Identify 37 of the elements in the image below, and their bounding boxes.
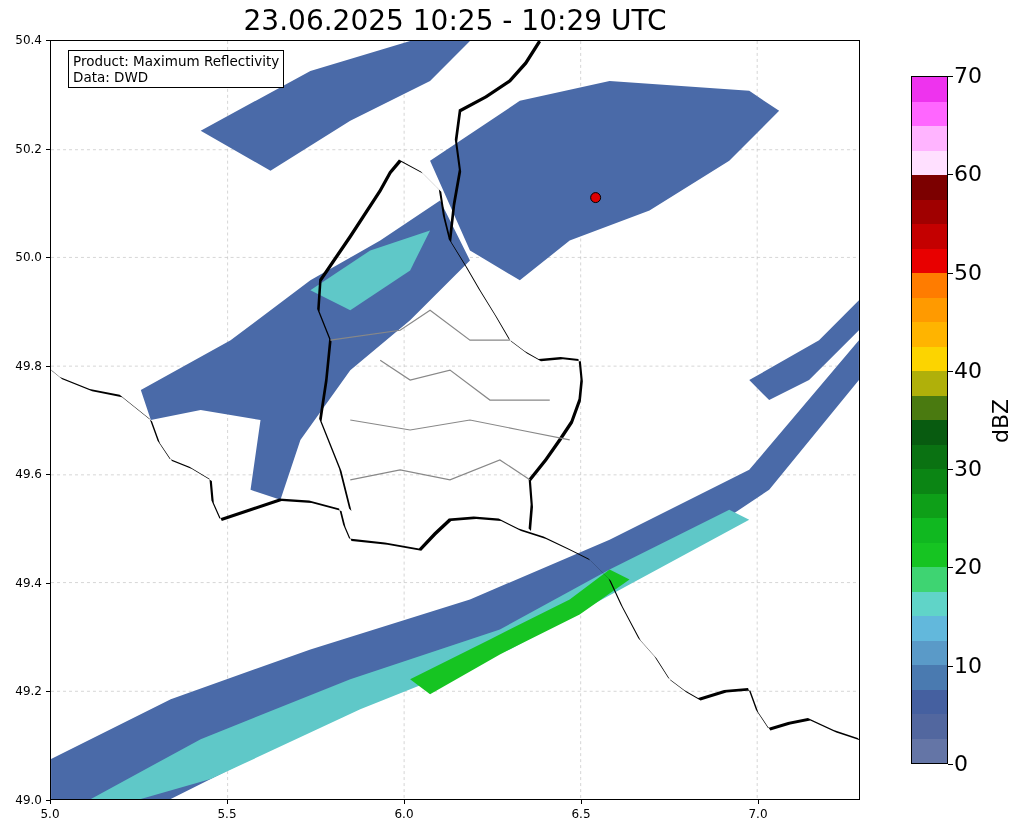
- x-tick-label: 5.5: [216, 806, 238, 822]
- x-tick-label: 7.0: [747, 806, 769, 822]
- colorbar-tick-label: 60: [954, 161, 982, 188]
- tick-mark: [46, 148, 50, 150]
- info-text: Product: Maximum Reflectivity: [73, 53, 280, 69]
- colorbar-tick-label: 30: [954, 456, 982, 483]
- colorbar-tick-label: 0: [954, 751, 968, 777]
- y-tick-label: 50.2: [14, 140, 42, 157]
- tick-mark: [46, 691, 50, 693]
- y-tick-label: 49.4: [14, 574, 42, 591]
- tick-mark: [46, 474, 50, 476]
- colorbar-tick-label: 10: [954, 652, 982, 679]
- colorbar-tick-label: 20: [954, 554, 982, 581]
- tick-mark: [46, 365, 50, 367]
- chart-title: 23.06.2025 10:25 - 10:29 UTC: [242, 3, 668, 39]
- tick-mark: [404, 800, 405, 804]
- tick-mark: [46, 582, 50, 584]
- tick-mark: [227, 800, 228, 804]
- x-tick-label: 6.5: [570, 806, 592, 822]
- y-tick-label: 49.0: [14, 792, 42, 808]
- info-text: Data: DWD: [73, 69, 150, 85]
- colorbar-label: dBZ: [988, 398, 1014, 444]
- tick-mark: [948, 764, 953, 765]
- tick-mark: [758, 800, 759, 804]
- tick-mark: [46, 257, 50, 259]
- y-tick-label: 50.0: [14, 249, 42, 266]
- y-tick-label: 49.6: [14, 466, 42, 483]
- x-tick-label: 5.0: [39, 806, 61, 822]
- tick-mark: [581, 800, 582, 804]
- colorbar-tick-label: 50: [954, 259, 982, 286]
- colorbar-tick-label: 40: [954, 357, 982, 384]
- x-tick-label: 6.0: [393, 806, 415, 822]
- y-tick-label: 49.2: [14, 683, 42, 700]
- y-tick-label: 50.4: [14, 32, 42, 48]
- y-tick-label: 49.8: [14, 357, 42, 374]
- tick-mark: [46, 40, 50, 41]
- colorbar-tick-label: 70: [954, 63, 982, 89]
